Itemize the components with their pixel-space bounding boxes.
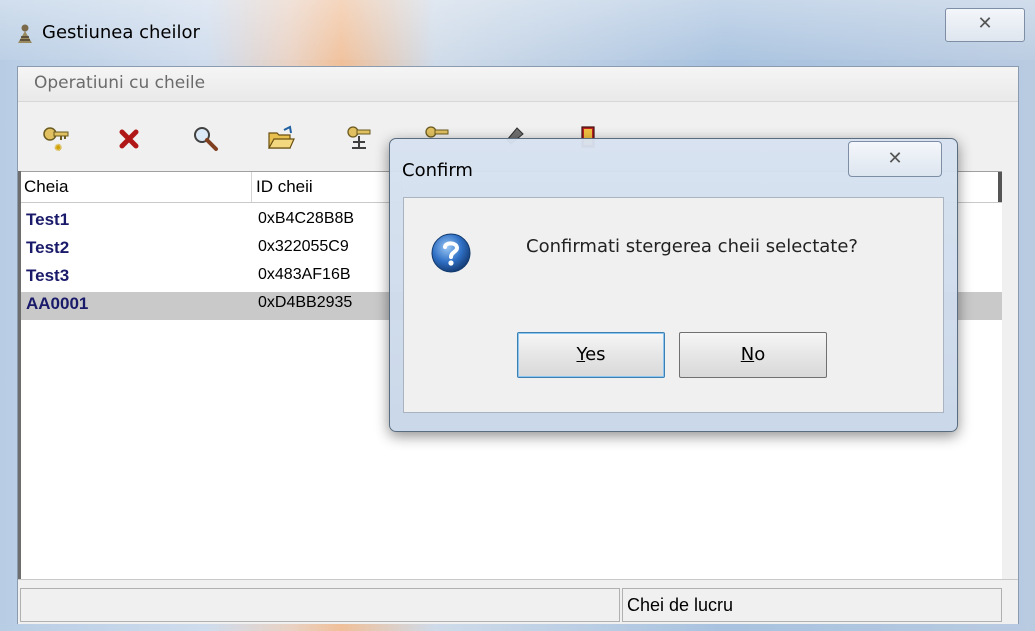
key-id: 0xD4BB2935 xyxy=(258,294,353,311)
key-network-icon xyxy=(347,126,371,149)
dialog-body: Confirmati stergerea cheii selectate? Ye… xyxy=(403,197,944,413)
confirm-dialog: Confirm ✕ Confirmati stergerea cheii sel… xyxy=(389,138,958,432)
window-close-button[interactable]: ✕ xyxy=(945,8,1025,42)
menu-item-operatiuni[interactable]: Operatiuni cu cheile xyxy=(34,73,205,93)
search-icon xyxy=(194,127,218,151)
dialog-title: Confirm xyxy=(402,160,473,181)
svg-text:✺: ✺ xyxy=(54,143,62,154)
key-network-button[interactable] xyxy=(343,123,375,155)
yes-button-label: Yes xyxy=(576,344,606,365)
key-add-button[interactable]: ✺ xyxy=(40,123,72,155)
key-name: Test3 xyxy=(26,266,70,285)
dialog-message: Confirmati stergerea cheii selectate? xyxy=(526,236,858,257)
key-add-icon: ✺ xyxy=(43,127,69,154)
open-folder-icon xyxy=(267,125,295,149)
question-icon xyxy=(431,233,471,273)
no-button-label: No xyxy=(740,344,766,365)
header-divider xyxy=(998,172,1002,202)
statusbar: Chei de lucru xyxy=(18,579,1018,624)
status-panel-right: Chei de lucru xyxy=(622,588,1002,622)
no-button[interactable]: No xyxy=(679,332,827,378)
list-left-edge xyxy=(18,171,21,579)
column-header-cheia[interactable]: Cheia xyxy=(20,172,252,202)
key-name: Test1 xyxy=(26,210,70,229)
delete-button[interactable] xyxy=(113,123,145,155)
app-key-icon xyxy=(18,24,32,43)
yes-button[interactable]: Yes xyxy=(517,332,665,378)
key-id: 0x483AF16B xyxy=(258,266,351,283)
key-name: AA0001 xyxy=(26,294,89,313)
key-id: 0x322055C9 xyxy=(258,238,349,255)
delete-icon xyxy=(119,129,139,149)
key-name: Test2 xyxy=(26,238,70,257)
status-panel-left xyxy=(20,588,620,622)
open-folder-button[interactable] xyxy=(265,123,297,155)
key-id: 0xB4C28B8B xyxy=(258,210,355,227)
column-header-id[interactable]: ID cheii xyxy=(252,172,402,202)
menubar: Operatiuni cu cheile xyxy=(18,67,1018,102)
dialog-close-button[interactable]: ✕ xyxy=(848,141,942,177)
search-button[interactable] xyxy=(190,123,222,155)
window-title: Gestiunea cheilor xyxy=(42,22,200,43)
